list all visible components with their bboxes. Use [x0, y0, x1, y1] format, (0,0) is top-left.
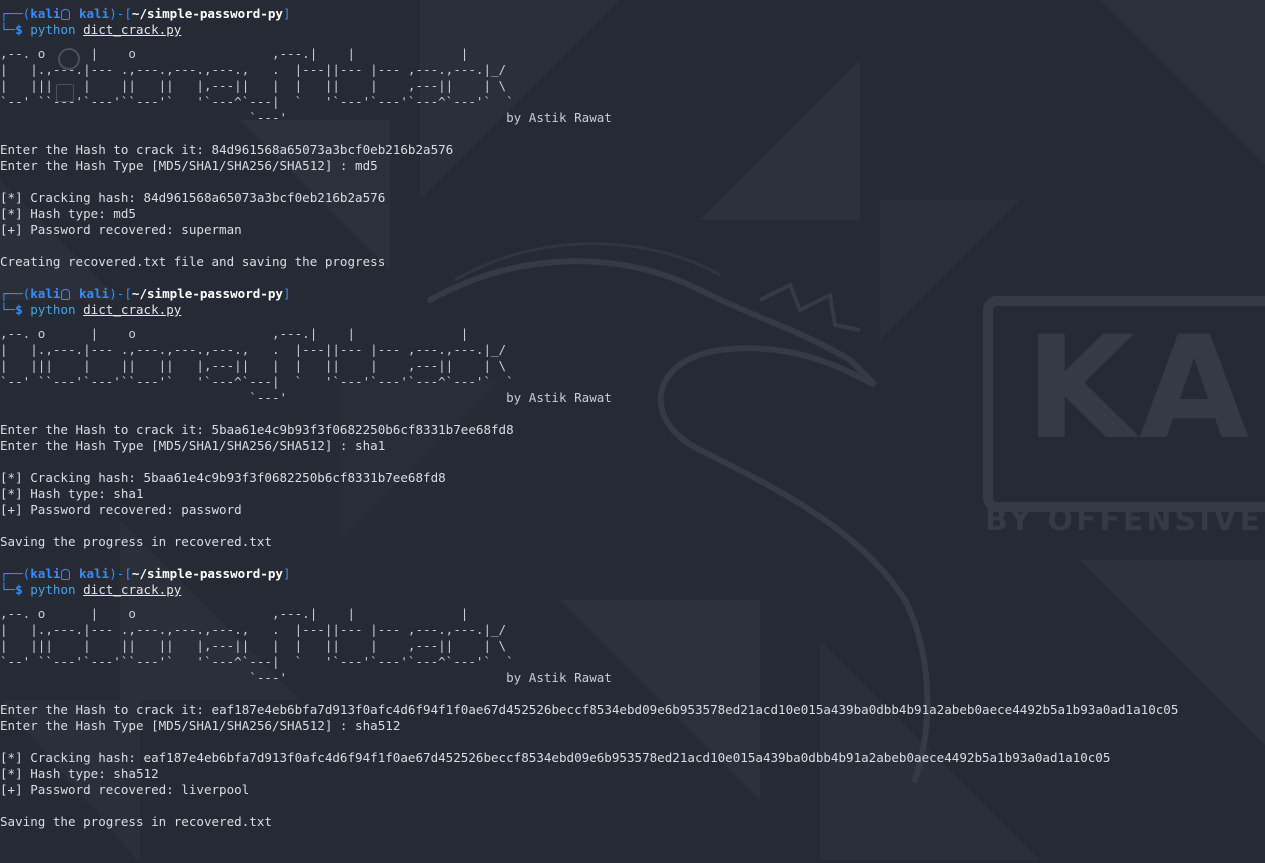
ascii-banner-line: | |.,---.|--- .,---.,---.,---., . |---||… [0, 342, 522, 357]
hash-value: 5baa61e4c9b93f3f0682250b6cf8331b7ee68fd8 [211, 422, 514, 437]
hash-type-status: [*] Hash type: sha512 [0, 766, 159, 781]
ascii-banner-line: ,--. o | o ,---.| | | [0, 46, 507, 61]
ascii-banner-line: | |.,---.|--- .,---.,---.,---., . |---||… [0, 622, 522, 637]
hash-input-line: Enter the Hash to crack it: eaf187e4eb6b… [0, 702, 1179, 717]
ascii-banner-line: ,--. o | o ,---.| | | [0, 326, 507, 341]
hash-type-status: [*] Hash type: sha1 [0, 486, 144, 501]
ascii-banner-line: `--' ``---'`---'``---'` '`---^`---| ` '`… [0, 94, 522, 109]
saving-status: Creating recovered.txt file and saving t… [0, 254, 386, 269]
hash-input-line: Enter the Hash to crack it: 5baa61e4c9b9… [0, 422, 514, 437]
ascii-banner-line: | |.,---.|--- .,---.,---.,---., . |---||… [0, 62, 522, 77]
ascii-banner-line: | ||| | || || |,---|| | | || | ,---|| | … [0, 638, 522, 653]
ascii-banner-author: `---' by Astik Rawat [0, 390, 612, 405]
hash-type-value: sha1 [355, 438, 386, 453]
prompt-line: ┌──(kali kali)-[~/simple-password-py] [0, 566, 291, 581]
prompt-line: ┌──(kali kali)-[~/simple-password-py] [0, 286, 291, 301]
ascii-banner-line: | ||| | || || |,---|| | | || | ,---|| | … [0, 78, 522, 93]
saving-status: Saving the progress in recovered.txt [0, 814, 272, 829]
cracking-status: [*] Cracking hash: eaf187e4eb6bfa7d913f0… [0, 750, 1111, 765]
hash-value: eaf187e4eb6bfa7d913f0afc4d6f94f1f0ae67d4… [211, 702, 1179, 717]
password-recovered: [+] Password recovered: liverpool [0, 782, 250, 797]
ascii-banner-line: `--' ``---'`---'``---'` '`---^`---| ` '`… [0, 654, 522, 669]
password-recovered: [+] Password recovered: password [0, 502, 242, 517]
hash-type-value: md5 [355, 158, 378, 173]
hash-type-input-line: Enter the Hash Type [MD5/SHA1/SHA256/SHA… [0, 438, 386, 453]
mouse-cursor-icon [56, 84, 74, 102]
hash-type-value: sha512 [355, 718, 401, 733]
kali-skull-icon [61, 289, 71, 300]
ascii-banner-line: `--' ``---'`---'``---'` '`---^`---| ` '`… [0, 374, 522, 389]
hash-type-status: [*] Hash type: md5 [0, 206, 136, 221]
ascii-banner-line: | ||| | || || |,---|| | | || | ,---|| | … [0, 358, 522, 373]
command-line: └─$ python dict_crack.py [0, 582, 182, 597]
hash-input-line: Enter the Hash to crack it: 84d961568a65… [0, 142, 454, 157]
hash-type-input-line: Enter the Hash Type [MD5/SHA1/SHA256/SHA… [0, 718, 401, 733]
ascii-banner-author: `---' by Astik Rawat [0, 110, 612, 125]
ascii-banner-line: ,--. o | o ,---.| | | [0, 606, 507, 621]
command-line: └─$ python dict_crack.py [0, 22, 182, 37]
prompt-line: ┌──(kali kali)-[~/simple-password-py] [0, 6, 291, 21]
cracking-status: [*] Cracking hash: 5baa61e4c9b93f3f06822… [0, 470, 446, 485]
ascii-banner-author: `---' by Astik Rawat [0, 670, 612, 685]
saving-status: Saving the progress in recovered.txt [0, 534, 272, 549]
password-recovered: [+] Password recovered: superman [0, 222, 242, 237]
hash-value: 84d961568a65073a3bcf0eb216b2a576 [211, 142, 454, 157]
hash-type-input-line: Enter the Hash Type [MD5/SHA1/SHA256/SHA… [0, 158, 378, 173]
kali-skull-icon [61, 9, 71, 20]
command-line: └─$ python dict_crack.py [0, 302, 182, 317]
kali-skull-icon [61, 569, 71, 580]
mouse-cursor-ring-icon [58, 48, 80, 70]
cracking-status: [*] Cracking hash: 84d961568a65073a3bcf0… [0, 190, 386, 205]
terminal-output[interactable]: ┌──(kali kali)-[~/simple-password-py] └─… [0, 0, 1265, 830]
